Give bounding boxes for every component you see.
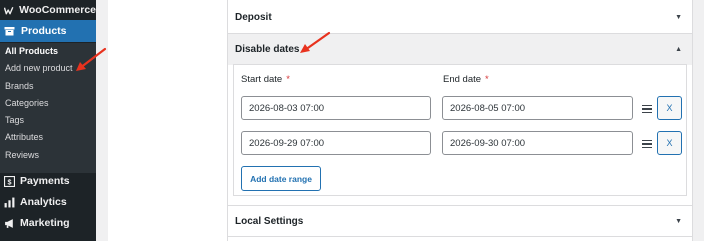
disable-dates-panel-title: Disable dates (235, 44, 300, 55)
menu-item-woocommerce[interactable]: WooCommerce (0, 0, 96, 20)
annotation-arrow-icon (76, 47, 107, 71)
menu-item-payments[interactable]: $ Payments (0, 171, 96, 191)
caret-up-icon: ▲ (675, 46, 682, 53)
required-marker: * (286, 74, 290, 85)
menu-item-analytics-label: Analytics (20, 196, 67, 208)
remove-date-range-button[interactable]: X (657, 96, 682, 120)
product-data-box: Deposit ▼ Disable dates ▲ Start date * En… (227, 0, 693, 241)
divider (228, 236, 692, 237)
drag-handle-icon[interactable] (642, 140, 652, 148)
end-date-input[interactable]: 2026-08-05 07:00 (442, 96, 633, 120)
dollar-icon: $ (4, 175, 15, 187)
caret-down-icon: ▼ (675, 14, 682, 21)
start-date-header: Start date * (241, 74, 290, 85)
menu-item-woocommerce-label: WooCommerce (19, 4, 96, 16)
end-date-input[interactable]: 2026-09-30 07:00 (442, 131, 633, 155)
disable-dates-table: Start date * End date * 2026-08-03 07:00 2… (233, 64, 687, 196)
annotation-arrow-icon (300, 31, 331, 53)
drag-handle-icon[interactable] (642, 105, 652, 113)
menu-item-analytics[interactable]: Analytics (0, 192, 96, 212)
menu-item-products[interactable]: Products (0, 20, 96, 42)
submenu-tags[interactable]: Tags (0, 112, 96, 129)
svg-text:$: $ (8, 178, 12, 186)
submenu-brands[interactable]: Brands (0, 78, 96, 95)
submenu-categories[interactable]: Categories (0, 95, 96, 112)
submenu-attributes[interactable]: Attributes (0, 129, 96, 146)
menu-item-products-label: Products (21, 25, 67, 37)
admin-sidebar: WooCommerce Products All Products Add ne… (0, 0, 96, 241)
woocommerce-icon (4, 6, 14, 14)
remove-date-range-button[interactable]: X (657, 131, 682, 155)
local-settings-panel-header[interactable]: Local Settings ▼ (228, 206, 692, 237)
deposit-panel-title: Deposit (235, 12, 272, 23)
deposit-panel-header[interactable]: Deposit ▼ (228, 2, 692, 33)
bar-chart-icon (4, 197, 15, 207)
menu-item-marketing-label: Marketing (20, 217, 70, 229)
megaphone-icon (5, 218, 13, 228)
submenu-reviews[interactable]: Reviews (0, 147, 96, 164)
start-date-input[interactable]: 2026-08-03 07:00 (241, 96, 431, 120)
content-column (108, 0, 228, 241)
end-date-header: End date * (443, 74, 489, 85)
add-date-range-button[interactable]: Add date range (241, 166, 321, 191)
caret-down-icon: ▼ (675, 218, 682, 225)
required-marker: * (485, 74, 489, 85)
start-date-input[interactable]: 2026-09-29 07:00 (241, 131, 431, 155)
menu-item-marketing[interactable]: Marketing (0, 213, 96, 233)
menu-item-payments-label: Payments (20, 175, 70, 187)
archive-icon (4, 27, 15, 36)
local-settings-panel-title: Local Settings (235, 216, 304, 227)
